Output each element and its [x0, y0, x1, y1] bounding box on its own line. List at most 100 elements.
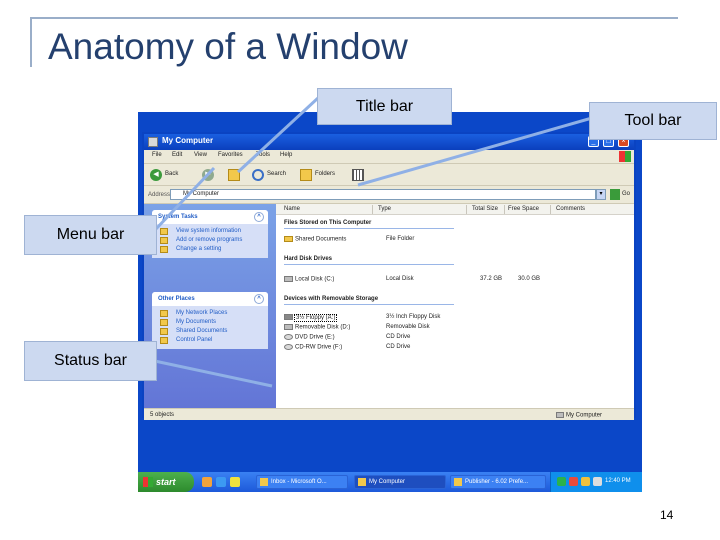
views-icon[interactable]	[352, 169, 364, 181]
cd-drive-icon	[284, 344, 293, 350]
item-type: Local Disk	[386, 276, 414, 282]
menu-help[interactable]: Help	[280, 152, 292, 158]
tray-icon[interactable]	[557, 477, 566, 486]
folder-icon	[284, 236, 293, 242]
go-button-label[interactable]: Go	[622, 191, 630, 197]
address-label: Address	[148, 192, 171, 198]
quick-launch-icon[interactable]	[202, 477, 212, 487]
tool-bar: ◀ Back ▶ Search Folders	[144, 164, 634, 186]
status-bar: 5 objects My Computer	[144, 408, 634, 420]
windows-flag-icon	[619, 151, 631, 162]
column-type[interactable]: Type	[378, 206, 391, 212]
volume-icon[interactable]	[593, 477, 602, 486]
place-link-documents[interactable]: My Documents	[152, 318, 268, 327]
menu-edit[interactable]: Edit	[172, 152, 182, 158]
group-title: Devices with Removable Storage	[284, 296, 379, 302]
item-type: File Folder	[386, 236, 415, 242]
group-title: Files Stored on This Computer	[284, 220, 372, 226]
file-list: Name Type Total Size Free Space Comments…	[276, 204, 634, 408]
status-location: My Computer	[556, 412, 602, 419]
list-item[interactable]: Removable Disk (D:)	[284, 324, 350, 331]
forward-arrow-icon[interactable]: ▶	[202, 169, 214, 181]
computer-icon	[556, 412, 564, 418]
tool-bar-callout: Tool bar	[589, 102, 717, 140]
list-item[interactable]: CD-RW Drive (F:)	[284, 344, 342, 351]
address-input[interactable]: My Computer	[170, 189, 596, 200]
back-button-label[interactable]: Back	[165, 171, 178, 177]
publisher-icon	[454, 478, 462, 486]
group-title: Hard Disk Drives	[284, 256, 333, 262]
task-link-change-setting[interactable]: Change a setting	[152, 245, 268, 254]
status-bar-callout: Status bar	[24, 341, 157, 381]
menu-view[interactable]: View	[194, 152, 207, 158]
chevron-down-icon[interactable]: ▾	[596, 189, 606, 200]
system-tasks-panel: System Tasks ^ View system information A…	[152, 210, 268, 258]
go-arrow-icon[interactable]	[610, 189, 620, 200]
network-icon	[160, 310, 168, 317]
column-header-row: Name Type Total Size Free Space Comments	[276, 204, 634, 215]
item-type: Removable Disk	[386, 324, 430, 330]
system-tasks-title: System Tasks	[158, 214, 198, 220]
task-link-system-info[interactable]: View system information	[152, 227, 268, 236]
floppy-icon	[284, 314, 293, 320]
place-link-shared[interactable]: Shared Documents	[152, 327, 268, 336]
taskbar-button-publisher[interactable]: Publisher - 6.02 Prefe...	[450, 475, 546, 489]
menu-tools[interactable]: Tools	[256, 152, 270, 158]
quick-launch-icon[interactable]	[216, 477, 226, 487]
list-item[interactable]: Shared Documents	[284, 236, 346, 243]
slide-frame-left-rule	[30, 17, 32, 67]
folder-icon	[160, 328, 168, 335]
quick-launch-icon[interactable]	[230, 477, 240, 487]
menu-bar-callout: Menu bar	[24, 215, 157, 255]
tray-icon[interactable]	[569, 477, 578, 486]
system-tray: 12:40 PM	[550, 472, 642, 492]
other-places-panel: Other Places ^ My Network Places My Docu…	[152, 292, 268, 349]
address-bar: Address My Computer ▾ Go	[144, 186, 634, 204]
slide-frame-top-rule	[30, 17, 678, 19]
item-type: CD Drive	[386, 344, 411, 350]
taskbar-button-inbox[interactable]: Inbox - Microsoft O...	[256, 475, 348, 489]
search-icon[interactable]	[252, 169, 264, 181]
title-bar-callout: Title bar	[317, 88, 452, 125]
task-link-add-remove[interactable]: Add or remove programs	[152, 236, 268, 245]
other-places-header[interactable]: Other Places ^	[152, 292, 268, 306]
list-item[interactable]: DVD Drive (E:)	[284, 334, 335, 341]
column-total-size[interactable]: Total Size	[472, 206, 498, 212]
start-button[interactable]: start	[138, 472, 194, 492]
task-pane: System Tasks ^ View system information A…	[144, 204, 276, 408]
my-computer-window: My Computer _ □ × File Edit View Favorit…	[142, 132, 636, 420]
settings-icon	[160, 246, 168, 253]
place-link-control-panel[interactable]: Control Panel	[152, 336, 268, 345]
list-item[interactable]: Local Disk (C:)	[284, 276, 334, 283]
hard-disk-icon	[284, 276, 293, 282]
list-item[interactable]: 3½ Floppy (A:)	[284, 313, 338, 322]
chevron-up-icon[interactable]: ^	[254, 212, 264, 222]
search-button-label[interactable]: Search	[267, 171, 286, 177]
item-type: CD Drive	[386, 334, 411, 340]
up-folder-icon[interactable]	[228, 169, 240, 181]
computer-icon	[358, 478, 366, 486]
programs-icon	[160, 237, 168, 244]
column-comments[interactable]: Comments	[556, 206, 585, 212]
dvd-drive-icon	[284, 334, 293, 340]
status-object-count: 5 objects	[150, 412, 175, 418]
back-arrow-icon[interactable]: ◀	[150, 169, 162, 181]
taskbar-button-my-computer[interactable]: My Computer	[354, 475, 446, 489]
chevron-up-icon[interactable]: ^	[254, 294, 264, 304]
folders-button-label[interactable]: Folders	[315, 171, 335, 177]
taskbar: start Inbox - Microsoft O... My Computer…	[138, 472, 642, 492]
place-link-network[interactable]: My Network Places	[152, 309, 268, 318]
slide: Anatomy of a Window My Computer _ □ × Fi…	[0, 0, 720, 540]
column-free-space[interactable]: Free Space	[508, 206, 539, 212]
menu-favorites[interactable]: Favorites	[218, 152, 243, 158]
system-tasks-header[interactable]: System Tasks ^	[152, 210, 268, 224]
windows-flag-icon	[143, 477, 153, 487]
computer-icon	[148, 137, 158, 147]
folders-icon[interactable]	[300, 169, 312, 181]
tray-icon[interactable]	[581, 477, 590, 486]
folder-icon	[160, 319, 168, 326]
column-name[interactable]: Name	[284, 206, 300, 212]
menu-file[interactable]: File	[152, 152, 162, 158]
outlook-icon	[260, 478, 268, 486]
window-title-bar[interactable]: My Computer _ □ ×	[144, 134, 634, 150]
